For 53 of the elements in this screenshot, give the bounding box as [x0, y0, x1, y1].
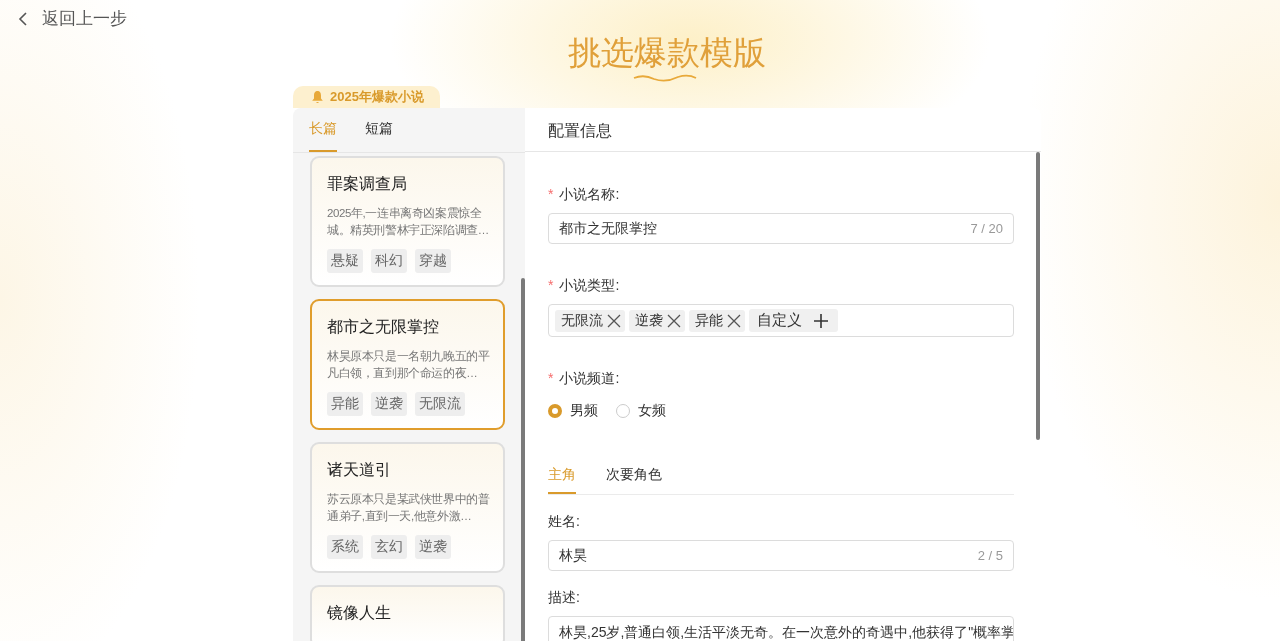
field-label: 小说名称: — [559, 186, 620, 204]
plus-icon — [814, 313, 828, 328]
custom-tag-button[interactable]: 自定义 — [749, 309, 838, 332]
close-icon[interactable] — [727, 313, 741, 328]
genre-tag: 逆袭 — [371, 392, 407, 416]
genre-tag: 逆袭 — [415, 535, 451, 559]
required-mark: * — [548, 277, 554, 295]
type-tag: 逆袭 — [629, 309, 685, 332]
genre-tag: 悬疑 — [327, 249, 363, 273]
back-link[interactable]: 返回上一步 — [18, 7, 127, 30]
genre-tag: 科幻 — [371, 249, 407, 273]
input-field[interactable]: 林昊 2 / 5 — [548, 540, 1014, 571]
type-tag: 无限流 — [555, 309, 625, 332]
bell-icon — [311, 90, 324, 104]
card-description: 2025年,一连串离奇凶案震惊全城。精英刑警林宇正深陷调查… — [327, 206, 490, 238]
card-title: 诸天道引 — [327, 460, 392, 480]
scrollbar[interactable] — [1036, 152, 1040, 440]
novel-card[interactable]: 罪案调查局 2025年,一连串离奇凶案震惊全城。精英刑警林宇正深陷调查… 悬疑 科幻 穿越 — [310, 156, 505, 287]
radio-option[interactable]: 男频 — [548, 402, 598, 420]
card-title: 镜像人生 — [327, 603, 392, 623]
novel-card[interactable]: 镜像人生 — [310, 585, 505, 641]
card-description: 苏云原本只是某武侠世界中的普通弟子,直到一天,他意外激… — [327, 492, 491, 524]
card-description: 林昊原本只是一名朝九晚五的平凡白领，直到那个命运的夜… — [327, 349, 491, 381]
card-title: 罪案调查局 — [327, 174, 408, 194]
genre-tag: 无限流 — [415, 392, 465, 416]
panel-header: 配置信息 — [525, 108, 1041, 152]
page-title: 挑选爆款模版 — [568, 34, 766, 72]
scrollbar[interactable] — [521, 278, 525, 641]
novel-card[interactable]: 诸天道引 苏云原本只是某武侠世界中的普通弟子,直到一天,他意外激… 系统 玄幻 逆袭 — [310, 442, 505, 573]
close-icon[interactable] — [607, 313, 621, 328]
card-title: 都市之无限掌控 — [327, 317, 440, 337]
field-label: 小说频道: — [559, 370, 620, 388]
badge-label: 2025年爆款小说 — [330, 88, 424, 106]
genre-tag: 异能 — [327, 392, 363, 416]
field-label: 姓名: — [548, 513, 581, 531]
genre-tag: 系统 — [327, 535, 363, 559]
tag-input-field[interactable]: 无限流 逆袭 异能 自定义 — [548, 304, 1014, 337]
field-label: 描述: — [548, 589, 581, 607]
required-mark: * — [548, 186, 554, 204]
required-mark: * — [548, 370, 554, 388]
radio-button[interactable] — [548, 404, 562, 418]
genre-tag: 穿越 — [415, 249, 451, 273]
underline-swash — [632, 72, 698, 84]
close-icon[interactable] — [667, 313, 681, 328]
tab[interactable]: 次要角色 — [606, 464, 662, 494]
tab[interactable]: 短篇 — [365, 108, 393, 152]
novel-card[interactable]: 都市之无限掌控 林昊原本只是一名朝九晚五的平凡白领，直到那个命运的夜… 异能 逆袭 无限流 — [310, 299, 505, 430]
radio-option[interactable]: 女频 — [616, 402, 666, 420]
chevron-left-icon — [18, 11, 28, 26]
input-field[interactable]: 都市之无限掌控 7 / 20 — [548, 213, 1014, 244]
genre-tag: 玄幻 — [371, 535, 407, 559]
field-label: 小说类型: — [559, 277, 620, 295]
type-tag: 异能 — [689, 309, 745, 332]
